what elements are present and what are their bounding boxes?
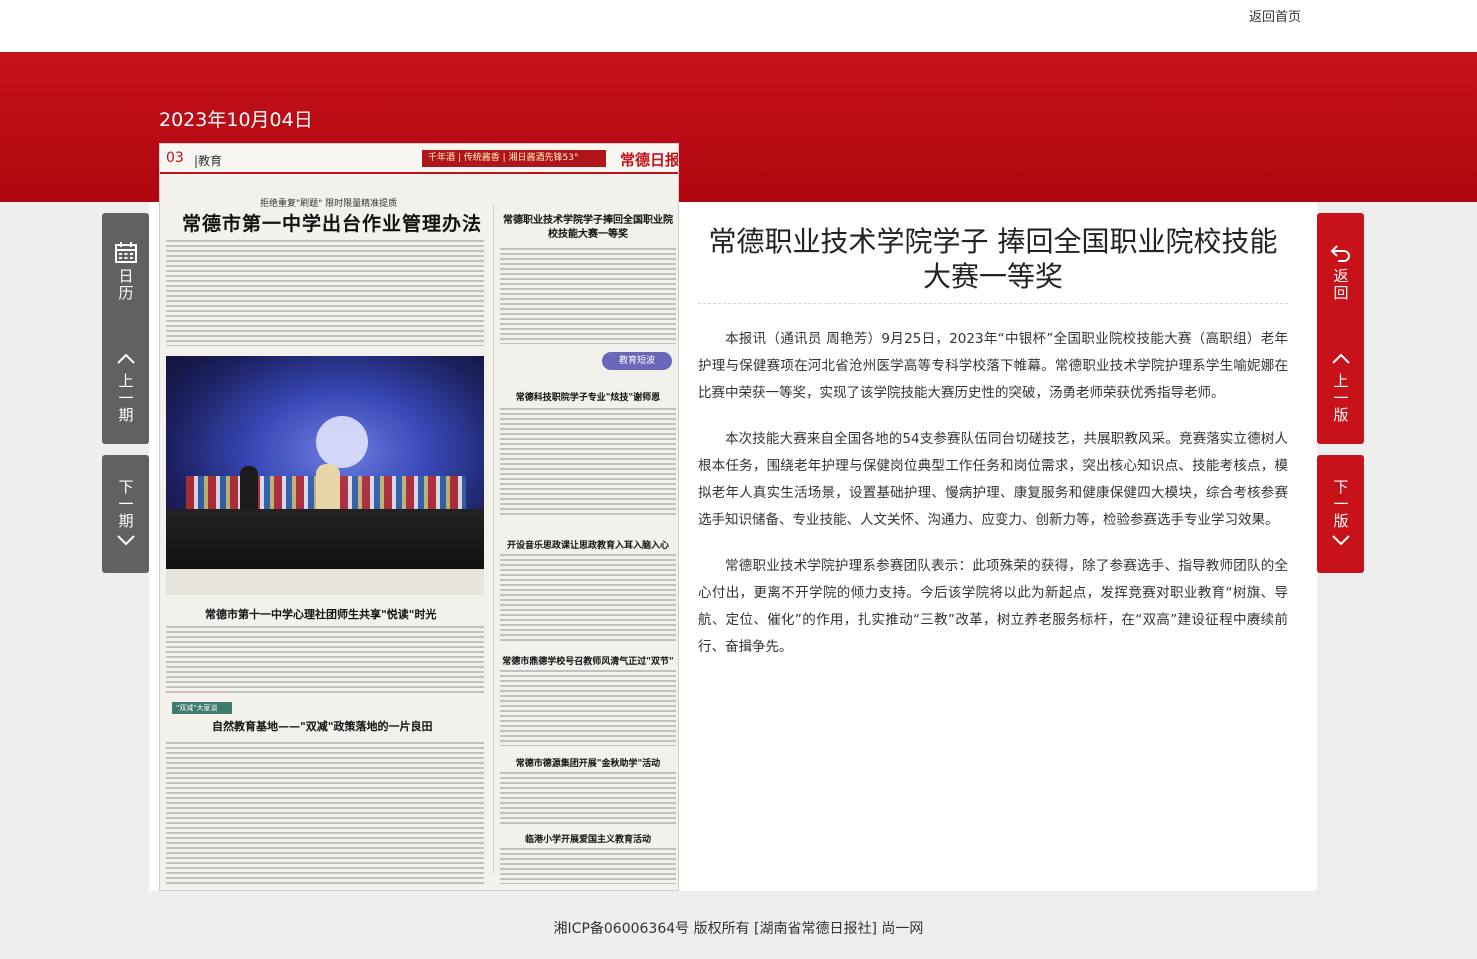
article-paragraph: 本报讯（通讯员 周艳芳）9月25日，2023年“中银杯”全国职业院校技能大赛（高… [698,331,1288,401]
brief-item-1[interactable]: 常德科技职院学子专业"炫技"谢师恩 [500,390,676,403]
page-headline-right[interactable]: 常德职业技术学院学子捧回全国职业院校技能大赛一等奖 [500,214,676,242]
prev-page-label: 上一版 [1331,372,1350,424]
chevron-up-icon [1331,353,1350,364]
brief-tag: 教育短波 [602,352,672,370]
chevron-up-icon [116,353,135,364]
return-arrow-icon [1330,245,1350,262]
prev-page-button[interactable]: 上一版 [1317,326,1364,444]
article-title: 常德职业技术学院学子 捧回全国职业院校技能大赛一等奖 [708,225,1278,293]
text-block [500,772,676,826]
calendar-label-text: 日历 [116,268,135,302]
article-paragraph: 常德职业技术学院护理系参赛团队表示：此项殊荣的获得，除了参赛选手、指导教师团队的… [698,558,1288,655]
calendar-label: 日历 [115,268,137,302]
next-page-button[interactable]: 下一版 [1317,455,1364,573]
article-body: 本报讯（通讯员 周艳芳）9月25日，2023年“中银杯”全国职业院校技能大赛（高… [698,326,1288,680]
text-block [500,408,676,518]
newspaper-page-image[interactable]: 03 |教育 千年酒 | 传统酱香 | 湘日酱酒先锋53° 常德日报 拒绝重复"… [159,143,679,891]
prev-issue-label: 上一期 [116,372,135,424]
article-paragraph: 本次技能大赛来自全国各地的54支参赛队伍同台切磋技艺，共展职教风采。竞赛落实立德… [698,431,1288,528]
chevron-down-icon [116,534,135,545]
next-issue-button[interactable]: 下一期 [102,455,149,573]
chevron-down-icon [1331,534,1350,545]
edition-date: 2023年10月04日 [159,109,313,131]
back-label: 返回 [1331,268,1350,302]
text-block [500,248,676,344]
back-button[interactable]: 返回 [1317,213,1364,331]
article-kicker: 拒绝重复"刷题" 限时限量精准提质 [260,199,398,209]
column-tag: "双减"大家谈 [172,702,232,714]
brief-item-2[interactable]: 开设音乐思政课让思政教育入耳入脑入心 [500,538,676,551]
return-home-link[interactable]: 返回首页 [1249,6,1301,25]
title-divider [698,303,1288,304]
brief-item-4[interactable]: 常德市德源集团开展"金秋助学"活动 [500,756,676,769]
text-block [500,554,676,644]
stage-photo [166,356,484,569]
column-divider [493,204,494,874]
page-section: |教育 [194,154,223,168]
prev-issue-button[interactable]: 上一期 [102,326,149,444]
page-headline-mid[interactable]: 常德市第十一中学心理社团师生共享"悦读"时光 [205,606,436,622]
text-block [500,670,676,746]
calendar-button[interactable]: 日历 [102,213,149,331]
page-masthead: 03 |教育 千年酒 | 传统酱香 | 湘日酱酒先锋53° 常德日报 [160,144,679,174]
page-headline-bottom[interactable]: 自然教育基地——"双减"政策落地的一片良田 [212,718,432,734]
text-block [500,848,676,884]
footer-copyright: 湘ICP备06006364号 版权所有 [湖南省常德日报社] 尚一网 [553,921,924,937]
page-headline-main[interactable]: 常德市第一中学出台作业管理办法 [182,209,482,236]
text-block [166,742,484,884]
next-page-label: 下一版 [1331,478,1350,530]
text-block [166,626,484,696]
brief-item-5[interactable]: 临港小学开展爱国主义教育活动 [500,832,676,845]
stage-floor [166,509,484,569]
next-issue-label: 下一期 [116,478,135,530]
photo-caption [166,569,484,595]
text-block [166,240,484,346]
moon-backdrop [316,416,368,468]
newspaper-logo: 常德日报 [620,151,679,169]
top-bar: 返回首页 [0,0,1477,52]
masthead-ad: 千年酒 | 传统酱香 | 湘日酱酒先锋53° [422,150,606,167]
calendar-icon [114,242,137,263]
page-number: 03 [166,150,184,166]
brief-item-3[interactable]: 常德市鼎德学校号召教师风清气正过"双节" [500,654,676,667]
